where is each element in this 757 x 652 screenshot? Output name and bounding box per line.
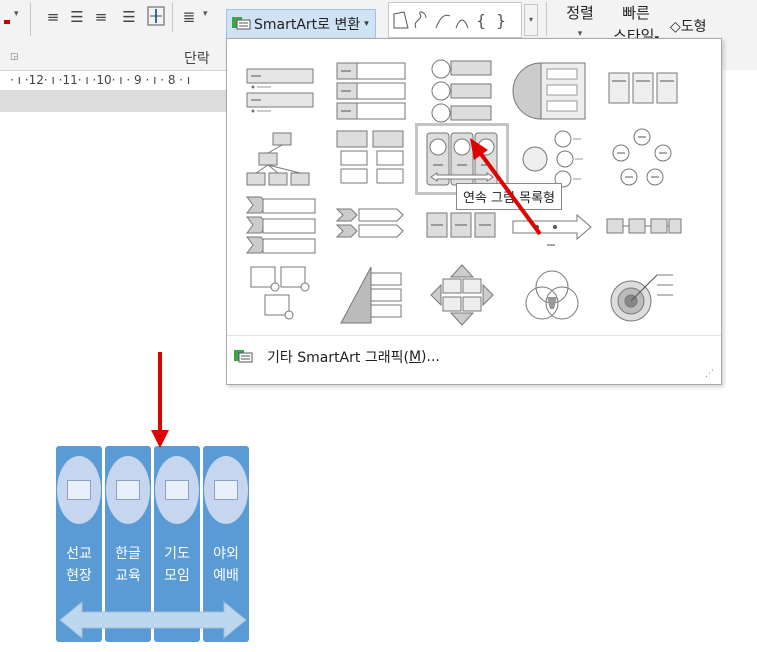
picture-icon — [116, 480, 140, 500]
svg-text:{: { — [476, 11, 486, 30]
column-text[interactable]: 한글 교육 — [103, 543, 153, 587]
column-text-line2: 교육 — [115, 568, 141, 584]
column-text[interactable]: 선교 현장 — [54, 543, 104, 587]
font-color-dropdown-icon[interactable]: ▾ — [14, 9, 19, 19]
continuous-arrow[interactable] — [56, 598, 250, 642]
justify-icon[interactable]: ☰ — [118, 6, 140, 28]
column-text[interactable]: 기도 모임 — [152, 543, 202, 587]
picture-icon — [67, 480, 91, 500]
layout-linked-process[interactable] — [597, 193, 687, 261]
layout-basic-cycle[interactable] — [597, 125, 687, 193]
column-text-line1: 선교 — [66, 546, 92, 562]
quick-styles-button[interactable]: 빠른 스타일▾ — [606, 2, 666, 45]
picture-placeholder[interactable] — [155, 456, 199, 524]
font-color-indicator — [4, 20, 10, 24]
smartart-icon — [233, 347, 253, 367]
ruler-margin-area — [0, 90, 228, 112]
layout-process-chevrons[interactable] — [327, 193, 417, 261]
picture-placeholder[interactable] — [106, 456, 150, 524]
line-spacing-dropdown-icon[interactable]: ▾ — [203, 9, 208, 19]
layout-basic-block-list[interactable] — [237, 57, 327, 125]
layout-nested-target-list[interactable] — [507, 57, 597, 125]
layout-vertical-circle-list[interactable] — [417, 57, 507, 125]
layout-vertical-chevron-list[interactable] — [237, 193, 327, 261]
shapes-gallery-scroll-icon[interactable]: ▾ — [524, 4, 538, 36]
gallery-separator — [227, 335, 721, 336]
convert-dropdown-icon: ▾ — [364, 19, 369, 29]
ruler-ticks: · ı ·12· ı ·11· ı ·10· ı · 9 · ı · 8 · ı — [10, 73, 191, 87]
column-text[interactable]: 야외 예배 — [201, 543, 251, 587]
column-text-line2: 현장 — [66, 568, 92, 584]
layout-basic-venn[interactable] — [507, 261, 597, 329]
quick-styles-line1: 빠른 — [622, 4, 650, 22]
arrange-label: 정렬 — [566, 4, 594, 22]
layout-plus-arrows[interactable] — [417, 261, 507, 329]
more-graphics-hotkey: M — [408, 349, 422, 365]
more-graphics-label: 기타 SmartArt 그래픽( — [267, 350, 409, 366]
align-left-icon[interactable]: ≡ — [42, 6, 64, 28]
arrange-button[interactable]: 정렬 ▾ — [560, 2, 600, 39]
paint-bucket-icon: ◇ — [670, 19, 681, 35]
layout-pyramid-list[interactable] — [327, 261, 417, 329]
column-text-line1: 기도 — [164, 546, 190, 562]
annotation-arrow-gallery — [470, 138, 542, 236]
resize-grip-icon[interactable]: ⋰ — [705, 369, 714, 379]
picture-icon — [165, 480, 189, 500]
align-center-icon[interactable]: ☰ — [66, 6, 88, 28]
convert-smartart-label: SmartArt로 변환 — [254, 17, 361, 33]
convert-to-smartart-button[interactable]: SmartArt로 변환 ▾ — [226, 9, 376, 39]
align-right-icon[interactable]: ≡ — [90, 6, 112, 28]
layout-target[interactable] — [597, 261, 687, 329]
shapes-gallery-items: { } — [393, 11, 506, 30]
column-text-line1: 야외 — [213, 546, 239, 562]
line-spacing-icon[interactable]: ≣ — [178, 6, 200, 28]
layout-vertical-box-list[interactable] — [327, 57, 417, 125]
picture-icon — [214, 480, 238, 500]
paragraph-group-label: 단락 — [184, 51, 210, 67]
shape-fill-button[interactable]: ◇도형 — [670, 16, 707, 36]
column-text-line2: 모임 — [164, 568, 190, 584]
more-smartart-graphics-item[interactable]: 기타 SmartArt 그래픽(M)... — [233, 345, 440, 369]
more-graphics-suffix: )... — [421, 349, 440, 365]
column-text-line2: 예배 — [213, 568, 239, 584]
shape-fill-label: 도형 — [680, 19, 707, 35]
picture-placeholder[interactable] — [204, 456, 248, 524]
layout-hierarchy[interactable] — [237, 125, 327, 193]
annotation-arrow-graphic — [151, 352, 169, 448]
horizontal-ruler[interactable]: · ı ·12· ı ·11· ı ·10· ı · 9 · ı · 8 · ı — [0, 70, 228, 91]
layout-horizontal-grouped-list[interactable] — [597, 57, 687, 125]
smartart-icon — [231, 14, 251, 34]
paragraph-dialog-launcher-icon[interactable]: ◲ — [10, 52, 19, 62]
columns-icon[interactable] — [144, 4, 168, 28]
svg-text:}: } — [496, 11, 506, 30]
layout-picture-caption-list[interactable] — [237, 261, 327, 329]
layout-table-hierarchy[interactable] — [327, 125, 417, 193]
picture-placeholder[interactable] — [57, 456, 101, 524]
column-text-line1: 한글 — [115, 546, 141, 562]
